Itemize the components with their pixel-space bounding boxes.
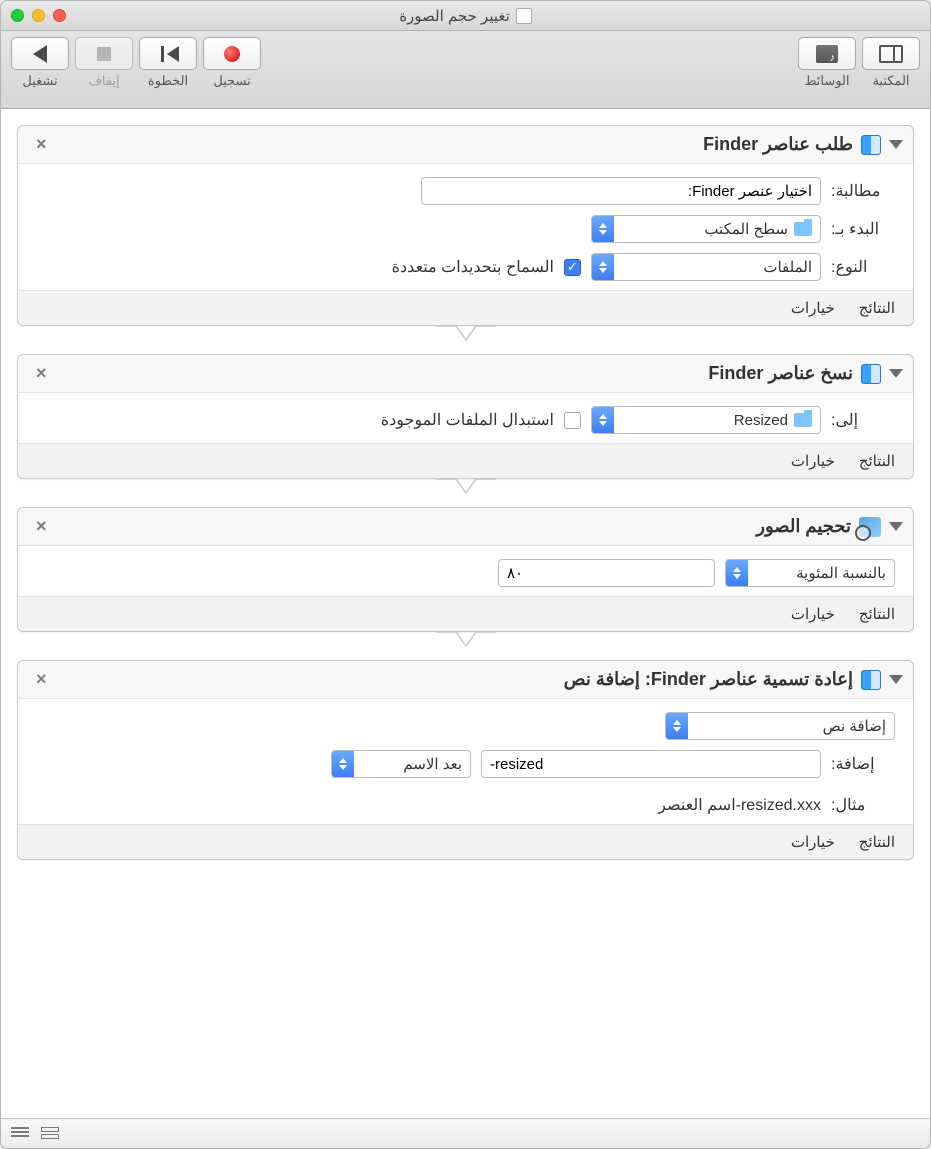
updown-icon <box>592 216 614 242</box>
log-view-icon[interactable] <box>11 1127 29 1141</box>
close-icon[interactable]: × <box>32 516 51 537</box>
options-button[interactable]: خيارات <box>791 605 835 623</box>
action-header[interactable]: نسخ عناصر Finder × <box>18 355 913 392</box>
results-button[interactable]: النتائج <box>859 605 895 623</box>
document-icon <box>516 8 532 24</box>
connector <box>17 479 914 507</box>
add-text-input[interactable] <box>481 750 821 778</box>
results-button[interactable]: النتائج <box>859 299 895 317</box>
zoom-window-button[interactable] <box>11 9 24 22</box>
options-button[interactable]: خيارات <box>791 833 835 851</box>
media-icon <box>816 45 838 63</box>
action-copy-finder-items: نسخ عناصر Finder × إلى: Resized استبدال … <box>17 354 914 479</box>
prompt-input[interactable] <box>421 177 821 205</box>
action-scale-images: تحجيم الصور × بالنسبة المئوية النتائج خي… <box>17 507 914 632</box>
step-icon <box>157 45 179 63</box>
window-title-text: تغيير حجم الصورة <box>399 7 510 25</box>
folder-icon <box>794 413 812 427</box>
action-title: تحجيم الصور <box>756 516 851 537</box>
variables-view-icon[interactable] <box>41 1127 59 1141</box>
updown-icon <box>666 713 688 739</box>
type-popup[interactable]: الملفات <box>591 253 821 281</box>
to-label: إلى: <box>831 410 895 430</box>
stop-icon <box>97 47 111 61</box>
action-header[interactable]: إعادة تسمية عناصر Finder: إضافة نص × <box>18 661 913 698</box>
updown-icon <box>592 254 614 280</box>
stop-button[interactable]: إيقاف <box>75 37 133 89</box>
disclosure-triangle-icon[interactable] <box>889 675 903 684</box>
library-button[interactable]: المكتبة <box>862 37 920 89</box>
action-title: طلب عناصر Finder <box>703 134 853 155</box>
step-button[interactable]: الخطوة <box>139 37 197 89</box>
connector <box>17 632 914 660</box>
to-folder-popup[interactable]: Resized <box>591 406 821 434</box>
scale-amount-input[interactable] <box>498 559 715 587</box>
example-label: مثال: <box>831 795 895 815</box>
finder-icon <box>861 364 881 384</box>
action-title: إعادة تسمية عناصر Finder: إضافة نص <box>564 669 853 690</box>
updown-icon <box>332 751 354 777</box>
play-icon <box>33 45 47 63</box>
window-title: تغيير حجم الصورة <box>399 7 532 25</box>
toolbar: تشغيل إيقاف الخطوة تسجيل الوسائط المكتبة <box>1 31 930 109</box>
replace-existing-checkbox[interactable] <box>564 412 581 429</box>
options-button[interactable]: خيارات <box>791 299 835 317</box>
minimize-window-button[interactable] <box>32 9 45 22</box>
options-button[interactable]: خيارات <box>791 452 835 470</box>
start-at-label: البدء بـ: <box>831 219 895 239</box>
close-icon[interactable]: × <box>32 363 51 384</box>
disclosure-triangle-icon[interactable] <box>889 369 903 378</box>
action-title: نسخ عناصر Finder <box>708 363 853 384</box>
media-button[interactable]: الوسائط <box>798 37 856 89</box>
action-header[interactable]: طلب عناصر Finder × <box>18 126 913 163</box>
results-button[interactable]: النتائج <box>859 452 895 470</box>
results-button[interactable]: النتائج <box>859 833 895 851</box>
rename-mode-popup[interactable]: إضافة نص <box>665 712 895 740</box>
workflow-area[interactable]: طلب عناصر Finder × مطالبة: البدء بـ: سطح… <box>1 109 930 1118</box>
allow-multiple-label: السماح بتحديدات متعددة <box>392 257 554 277</box>
finder-icon <box>861 135 881 155</box>
position-popup[interactable]: بعد الاسم <box>331 750 471 778</box>
action-header[interactable]: تحجيم الصور × <box>18 508 913 545</box>
type-label: النوع: <box>831 257 895 277</box>
record-button[interactable]: تسجيل <box>203 37 261 89</box>
add-label: إضافة: <box>831 754 895 774</box>
preview-icon <box>859 517 881 537</box>
connector <box>17 326 914 354</box>
disclosure-triangle-icon[interactable] <box>889 522 903 531</box>
statusbar <box>1 1118 930 1148</box>
close-icon[interactable]: × <box>32 669 51 690</box>
window-controls <box>11 9 66 22</box>
library-icon <box>879 45 903 63</box>
updown-icon <box>592 407 614 433</box>
action-rename-finder-items: إعادة تسمية عناصر Finder: إضافة نص × إضا… <box>17 660 914 860</box>
updown-icon <box>726 560 748 586</box>
folder-icon <box>794 222 812 236</box>
automator-window: تغيير حجم الصورة تشغيل إيقاف الخطوة تسجي… <box>0 0 931 1149</box>
record-icon <box>224 46 240 62</box>
titlebar: تغيير حجم الصورة <box>1 1 930 31</box>
prompt-label: مطالبة: <box>831 181 895 201</box>
finder-icon <box>861 670 881 690</box>
replace-existing-label: استبدال الملفات الموجودة <box>381 410 554 430</box>
allow-multiple-checkbox[interactable] <box>564 259 581 276</box>
disclosure-triangle-icon[interactable] <box>889 140 903 149</box>
action-ask-finder-items: طلب عناصر Finder × مطالبة: البدء بـ: سطح… <box>17 125 914 326</box>
close-window-button[interactable] <box>53 9 66 22</box>
close-icon[interactable]: × <box>32 134 51 155</box>
run-button[interactable]: تشغيل <box>11 37 69 89</box>
start-at-popup[interactable]: سطح المكتب <box>591 215 821 243</box>
scale-mode-popup[interactable]: بالنسبة المئوية <box>725 559 895 587</box>
example-value: اسم العنصر-resized.xxx <box>658 795 821 815</box>
